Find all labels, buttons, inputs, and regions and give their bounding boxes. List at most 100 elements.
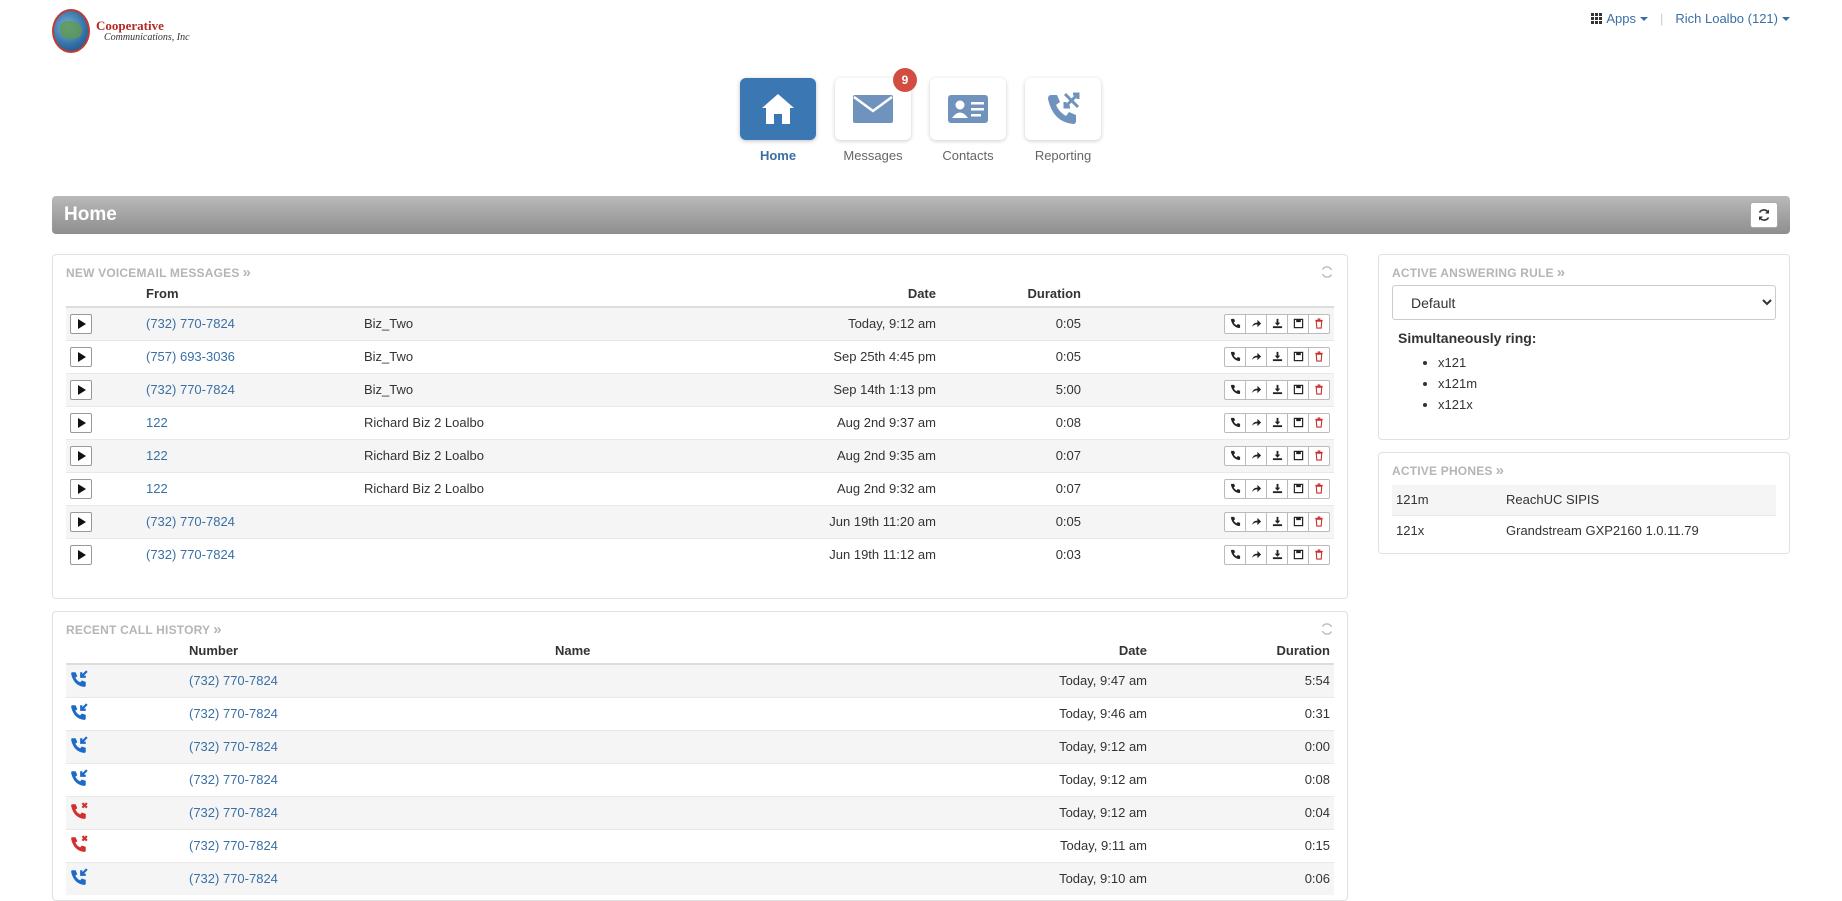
call-number-link[interactable]: (732) 770-7824 (189, 673, 278, 688)
phone-row: 121x Grandstream GXP2160 1.0.11.79 (1392, 514, 1776, 545)
save-button[interactable] (1287, 511, 1309, 532)
delete-button[interactable] (1308, 412, 1330, 433)
nav-home[interactable]: Home (740, 78, 816, 163)
call-name (551, 795, 851, 829)
nav-messages[interactable]: 9 Messages (835, 68, 917, 163)
voicemail-row: (732) 770-7824 Biz_Two Sep 14th 1:13 pm 5:0… (66, 372, 1334, 406)
nav-contacts-tile[interactable] (930, 78, 1006, 140)
forward-button[interactable] (1245, 544, 1267, 565)
voicemail-from-link[interactable]: 122 (146, 481, 168, 496)
nav-contacts-label: Contacts (942, 148, 994, 163)
call-history-title-link[interactable]: Recent Call History» (66, 621, 222, 638)
incoming-call-icon (71, 670, 88, 688)
play-button[interactable] (70, 544, 92, 565)
delete-button[interactable] (1308, 313, 1330, 334)
voicemail-from-link[interactable]: (757) 693-3036 (146, 349, 235, 364)
forward-button[interactable] (1245, 313, 1267, 334)
active-phones-title-link[interactable]: Active Phones» (1392, 462, 1504, 479)
call-back-button[interactable] (1224, 379, 1246, 400)
download-button[interactable] (1266, 313, 1288, 334)
call-date: Today, 9:47 am (851, 663, 1151, 697)
voicemail-title-link[interactable]: New Voicemail Messages» (66, 264, 251, 281)
forward-icon (1251, 318, 1262, 329)
voicemail-from-link[interactable]: (732) 770-7824 (146, 547, 235, 562)
save-button[interactable] (1287, 379, 1309, 400)
apps-dropdown[interactable]: Apps (1591, 11, 1648, 26)
call-number-link[interactable]: (732) 770-7824 (189, 739, 278, 754)
call-number-link[interactable]: (732) 770-7824 (189, 871, 278, 886)
phone-reporting-icon (1048, 92, 1080, 124)
download-button[interactable] (1266, 511, 1288, 532)
forward-icon (1251, 549, 1262, 560)
forward-button[interactable] (1245, 478, 1267, 499)
download-button[interactable] (1266, 412, 1288, 433)
save-button[interactable] (1287, 544, 1309, 565)
voicemail-from-link[interactable]: (732) 770-7824 (146, 514, 235, 529)
download-button[interactable] (1266, 379, 1288, 400)
call-back-button[interactable] (1224, 511, 1246, 532)
forward-button[interactable] (1245, 379, 1267, 400)
play-button[interactable] (70, 412, 92, 433)
call-date: Today, 9:46 am (851, 696, 1151, 730)
voicemail-from-link[interactable]: (732) 770-7824 (146, 382, 235, 397)
refresh-icon[interactable] (1320, 265, 1334, 279)
download-button[interactable] (1266, 445, 1288, 466)
call-back-button[interactable] (1224, 346, 1246, 367)
save-button[interactable] (1287, 346, 1309, 367)
download-button[interactable] (1266, 544, 1288, 565)
nav-messages-tile[interactable]: 9 (835, 68, 917, 140)
call-duration: 0:04 (1151, 795, 1334, 829)
voicemail-caller-name: Richard Biz 2 Loalbo (360, 438, 660, 472)
download-button[interactable] (1266, 346, 1288, 367)
divider: | (1659, 11, 1664, 26)
call-back-button[interactable] (1224, 412, 1246, 433)
call-duration: 0:06 (1151, 861, 1334, 895)
nav-contacts[interactable]: Contacts (930, 78, 1006, 163)
play-button[interactable] (70, 478, 92, 499)
refresh-icon[interactable] (1320, 622, 1334, 636)
nav-home-tile[interactable] (740, 78, 816, 140)
delete-button[interactable] (1308, 511, 1330, 532)
delete-button[interactable] (1308, 379, 1330, 400)
company-logo[interactable]: Cooperative Communications, Inc (52, 9, 190, 53)
nav-reporting[interactable]: Reporting (1025, 78, 1101, 163)
call-back-button[interactable] (1224, 478, 1246, 499)
play-button[interactable] (70, 313, 92, 334)
voicemail-from-link[interactable]: 122 (146, 415, 168, 430)
call-number-link[interactable]: (732) 770-7824 (189, 838, 278, 853)
call-number-link[interactable]: (732) 770-7824 (189, 805, 278, 820)
answering-rule-title-link[interactable]: Active Answering Rule» (1392, 264, 1565, 281)
call-back-button[interactable] (1224, 313, 1246, 334)
forward-button[interactable] (1245, 346, 1267, 367)
call-number-link[interactable]: (732) 770-7824 (189, 706, 278, 721)
play-button[interactable] (70, 379, 92, 400)
delete-button[interactable] (1308, 544, 1330, 565)
play-button[interactable] (70, 511, 92, 532)
play-button[interactable] (70, 346, 92, 367)
answering-rule-select[interactable]: Default (1392, 285, 1776, 320)
save-button[interactable] (1287, 445, 1309, 466)
download-button[interactable] (1266, 478, 1288, 499)
call-back-button[interactable] (1224, 544, 1246, 565)
save-button[interactable] (1287, 478, 1309, 499)
forward-button[interactable] (1245, 445, 1267, 466)
call-duration: 5:54 (1151, 663, 1334, 697)
forward-button[interactable] (1245, 412, 1267, 433)
call-back-button[interactable] (1224, 445, 1246, 466)
save-button[interactable] (1287, 412, 1309, 433)
forward-button[interactable] (1245, 511, 1267, 532)
download-icon (1272, 318, 1283, 329)
phone-icon (1230, 549, 1241, 560)
delete-button[interactable] (1308, 346, 1330, 367)
delete-button[interactable] (1308, 478, 1330, 499)
play-button[interactable] (70, 445, 92, 466)
save-button[interactable] (1287, 313, 1309, 334)
page-refresh-button[interactable] (1750, 202, 1778, 228)
user-menu-dropdown[interactable]: Rich Loalbo (121) (1675, 11, 1790, 26)
call-number-link[interactable]: (732) 770-7824 (189, 772, 278, 787)
delete-button[interactable] (1308, 445, 1330, 466)
voicemail-actions (1089, 379, 1330, 400)
nav-reporting-tile[interactable] (1025, 78, 1101, 140)
voicemail-from-link[interactable]: 122 (146, 448, 168, 463)
voicemail-from-link[interactable]: (732) 770-7824 (146, 316, 235, 331)
